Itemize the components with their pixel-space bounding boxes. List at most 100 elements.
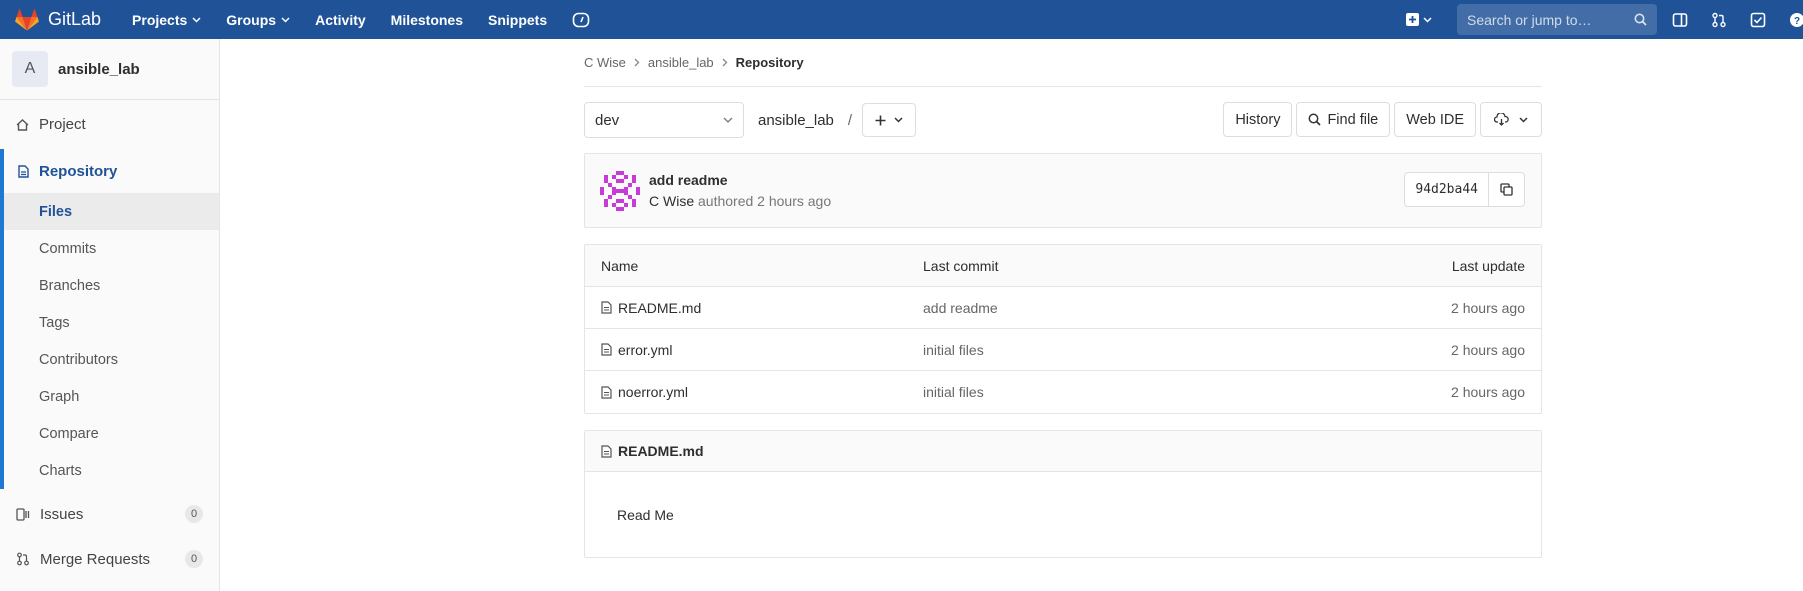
chevron-down-icon [1423, 16, 1432, 23]
help-question-icon[interactable]: ? [1789, 12, 1803, 28]
add-to-tree-dropdown[interactable] [862, 103, 917, 137]
web-ide-button[interactable]: Web IDE [1394, 102, 1476, 137]
sidebar-item-repository[interactable]: Repository [4, 149, 219, 193]
sidebar-item-label: Repository [39, 162, 118, 180]
file-name-link[interactable]: noerror.yml [618, 384, 688, 400]
branch-select[interactable]: dev [584, 102, 744, 138]
sidebar-item-issues[interactable]: Issues 0 [0, 492, 219, 536]
home-icon [16, 118, 29, 131]
readme-header: README.md [585, 431, 1541, 472]
path-separator: / [847, 111, 853, 129]
breadcrumb: C Wise ansible_lab Repository [584, 39, 1542, 87]
top-navbar: GitLab Projects Groups Activity Mileston… [0, 0, 1803, 39]
branch-select-value: dev [595, 111, 620, 129]
download-dropdown[interactable] [1480, 102, 1542, 137]
project-name: ansible_lab [58, 60, 140, 78]
plus-icon [875, 115, 886, 125]
chevron-down-icon [1519, 116, 1528, 123]
chevron-down-icon [723, 117, 733, 123]
sidebar-item-compare[interactable]: Compare [4, 415, 219, 452]
column-header-name: Name [601, 257, 639, 274]
readme-panel: README.md Read Me [584, 430, 1542, 558]
issues-count-badge: 0 [185, 505, 203, 523]
sidebar-item-project[interactable]: Project [0, 100, 219, 149]
file-icon [601, 343, 612, 356]
todo-check-icon[interactable] [1750, 12, 1766, 28]
issues-icon [16, 507, 30, 521]
sidebar-item-contributors[interactable]: Contributors [4, 341, 219, 378]
file-icon [601, 444, 612, 458]
file-tree-table: Name Last commit Last update README.md a… [584, 244, 1542, 414]
merge-requests-count-badge: 0 [185, 550, 203, 568]
table-row[interactable]: README.md add readme 2 hours ago [585, 287, 1541, 329]
nav-groups-label: Groups [226, 11, 277, 28]
svg-text:?: ? [1794, 16, 1800, 27]
nav-snippets[interactable]: Snippets [488, 12, 547, 28]
chevron-down-icon [192, 16, 201, 23]
sidebar-item-branches[interactable]: Branches [4, 267, 219, 304]
sidebar-item-label: Project [39, 116, 86, 133]
brand-name: GitLab [48, 9, 102, 29]
nav-projects[interactable]: Projects [132, 12, 201, 28]
chevron-down-icon [281, 16, 290, 23]
sidebar-item-graph[interactable]: Graph [4, 378, 219, 415]
dashboard-gauge-icon [572, 12, 590, 27]
column-header-last-commit: Last commit [923, 257, 999, 274]
file-tree-header: Name Last commit Last update [585, 245, 1541, 287]
file-last-commit-link[interactable]: add readme [923, 300, 1341, 316]
sidebar-item-merge-requests[interactable]: Merge Requests 0 [0, 536, 219, 582]
author-identicon-avatar[interactable] [600, 170, 640, 211]
performance-bar-button[interactable] [572, 12, 590, 28]
chevron-right-icon [722, 58, 728, 67]
copy-sha-button[interactable] [1489, 172, 1525, 207]
chevron-right-icon [634, 58, 640, 67]
file-last-commit-link[interactable]: initial files [923, 342, 1341, 358]
commit-author-link[interactable]: C Wise [649, 193, 694, 209]
table-row[interactable]: error.yml initial files 2 hours ago [585, 329, 1541, 371]
new-item-dropdown[interactable] [1406, 13, 1432, 26]
search-input[interactable]: Search or jump to… [1457, 4, 1657, 35]
history-button[interactable]: History [1223, 102, 1293, 137]
project-sidebar: A ansible_lab Project Repository Files C… [0, 39, 220, 591]
sidebar-toggle-icon[interactable] [1672, 12, 1688, 28]
last-commit-box: add readme C Wise authored 2 hours ago 9… [584, 153, 1542, 228]
sidebar-item-files[interactable]: Files [4, 193, 219, 230]
nav-groups[interactable]: Groups [226, 12, 290, 28]
breadcrumb-project[interactable]: ansible_lab [648, 55, 714, 70]
cloud-download-icon [1494, 113, 1509, 126]
repo-path-link[interactable]: ansible_lab [758, 112, 834, 129]
table-row[interactable]: noerror.yml initial files 2 hours ago [585, 371, 1541, 413]
find-file-label: Find file [1327, 111, 1379, 128]
sidebar-project-header[interactable]: A ansible_lab [0, 39, 219, 100]
sidebar-item-tags[interactable]: Tags [4, 304, 219, 341]
readme-filename-link[interactable]: README.md [618, 443, 704, 459]
find-file-button[interactable]: Find file [1296, 102, 1391, 137]
repo-toolbar: dev ansible_lab / History Find file Web … [584, 87, 1542, 153]
gitlab-home-link[interactable]: GitLab [15, 8, 102, 31]
file-last-commit-link[interactable]: initial files [923, 384, 1341, 400]
gitlab-logo-icon [15, 8, 39, 30]
plus-square-icon [1406, 13, 1419, 26]
breadcrumb-owner[interactable]: C Wise [584, 55, 626, 70]
merge-request-icon[interactable] [1711, 12, 1727, 28]
project-avatar: A [12, 51, 48, 87]
breadcrumb-current[interactable]: Repository [736, 55, 804, 70]
copy-clipboard-icon [1500, 183, 1513, 196]
nav-activity[interactable]: Activity [315, 12, 366, 28]
main-content: C Wise ansible_lab Repository dev ansibl… [584, 39, 1542, 558]
search-placeholder: Search or jump to… [1467, 11, 1592, 28]
sidebar-item-label: Issues [40, 505, 84, 523]
readme-content: Read Me [617, 507, 674, 523]
file-last-update: 2 hours ago [1451, 341, 1525, 358]
merge-request-icon [17, 552, 29, 566]
chevron-down-icon [894, 117, 903, 123]
file-name-link[interactable]: README.md [618, 300, 701, 316]
commit-sha-link[interactable]: 94d2ba44 [1404, 172, 1489, 207]
commit-title-link[interactable]: add readme [649, 172, 831, 188]
nav-milestones[interactable]: Milestones [391, 12, 463, 28]
file-name-link[interactable]: error.yml [618, 342, 672, 358]
sidebar-item-charts[interactable]: Charts [4, 452, 219, 489]
file-icon [601, 385, 612, 399]
file-icon [601, 301, 612, 314]
sidebar-item-commits[interactable]: Commits [4, 230, 219, 267]
